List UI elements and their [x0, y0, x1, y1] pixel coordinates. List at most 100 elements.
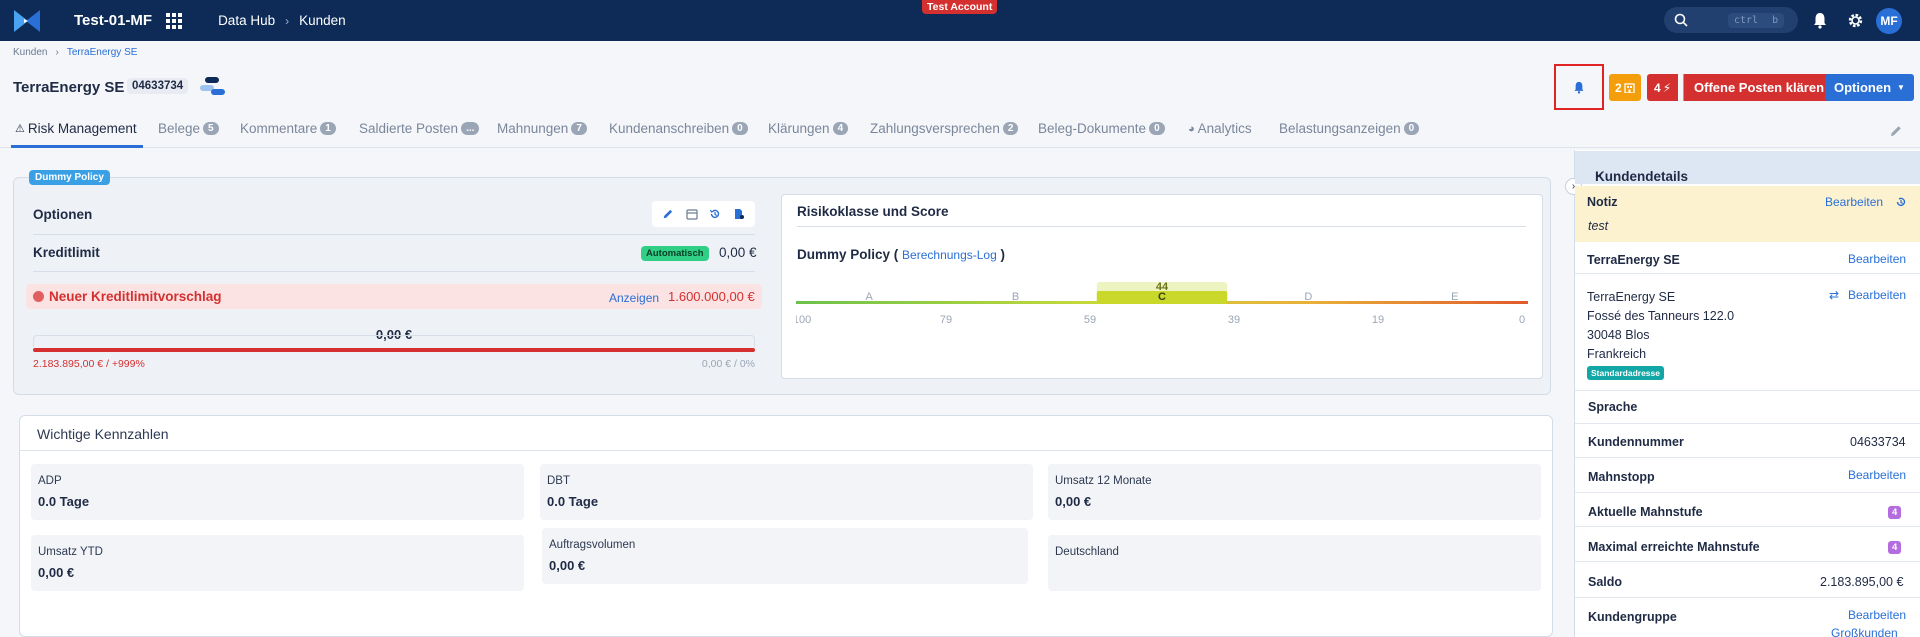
address-edit-link[interactable]: Bearbeiten [1848, 288, 1906, 302]
app-name[interactable]: Test-01-MF [74, 12, 152, 29]
tab-label: Analytics [1197, 121, 1252, 136]
breadcrumb-current[interactable]: TerraEnergy SE [67, 47, 138, 58]
policy-name: Dummy Policy [797, 247, 891, 262]
user-avatar[interactable]: MF [1876, 8, 1902, 34]
tab-label: Belege [158, 121, 201, 136]
dunning-stop-edit-link[interactable]: Bearbeiten [1848, 468, 1906, 482]
calculation-log-link[interactable]: Berechnungs-Log [902, 248, 997, 262]
max-dunning-level-label: Maximal erreichte Mahnstufe [1588, 540, 1760, 554]
breadcrumb: Kunden › TerraEnergy SE [13, 47, 137, 58]
search-shortcut-hint: ctrl b [1728, 12, 1785, 28]
kpi-value: 0.0 Tage [547, 494, 599, 509]
company-name-label: TerraEnergy SE [1587, 253, 1680, 267]
risk-class-label: D [1304, 291, 1312, 303]
tab-klaerungen[interactable]: Klärungen 4 [768, 121, 849, 136]
pencil-icon[interactable] [1889, 124, 1903, 138]
open-items-count[interactable]: 4 ⚡ [1647, 74, 1679, 101]
nav-kunden[interactable]: Kunden [299, 13, 346, 28]
current-dunning-level-badge: 4 [1888, 506, 1902, 519]
pencil-icon[interactable] [662, 208, 674, 220]
options-dropdown-button[interactable]: Optionen ▼ [1825, 74, 1914, 101]
tab-label: Saldierte Posten [359, 121, 459, 136]
tab-count: 0 [1149, 122, 1165, 135]
tab-belastungsanzeigen[interactable]: Belastungsanzeigen 0 [1279, 121, 1420, 136]
customer-group-icon[interactable] [199, 76, 227, 100]
app-grid-icon[interactable] [166, 12, 183, 29]
warning-icon: ⚠ [15, 123, 25, 135]
tab-label: Mahnungen [497, 121, 569, 136]
automatic-badge: Automatisch [641, 246, 709, 261]
test-account-badge: Test Account [922, 0, 998, 14]
history-icon[interactable] [1895, 196, 1907, 208]
history-icon[interactable] [709, 208, 721, 220]
balance-value: 2.183.895,00 € [1820, 575, 1904, 589]
tab-kommentare[interactable]: Kommentare 1 [240, 121, 336, 136]
notification-bell-button[interactable] [1554, 64, 1604, 110]
app-logo-icon[interactable] [12, 6, 42, 36]
document-settings-icon[interactable] [733, 208, 745, 220]
customer-group-edit-link[interactable]: Bearbeiten [1848, 608, 1906, 622]
options-toolbar [652, 201, 755, 227]
options-label: Optionen [1834, 80, 1892, 95]
policy-badge: Dummy Policy [29, 170, 110, 185]
show-proposal-link[interactable]: Anzeigen [609, 291, 659, 305]
tab-count: 2 [1002, 122, 1019, 135]
tab-analytics[interactable]: ◕ Analytics [1188, 121, 1252, 136]
risk-class-label: E [1451, 291, 1458, 303]
score-tick-label: 59 [1084, 314, 1096, 326]
company-edit-link[interactable]: Bearbeiten [1848, 252, 1906, 266]
kpi-revenue-12m: Umsatz 12 Monate 0,00 € [1048, 464, 1541, 520]
divider [1575, 526, 1920, 527]
customer-number-label: Kundennummer [1588, 435, 1684, 449]
kpi-value: 0,00 € [1055, 494, 1092, 509]
resolve-open-items-button[interactable]: Offene Posten klären [1683, 74, 1835, 101]
warnings-badge[interactable]: 2 [1609, 74, 1641, 101]
risk-class-label: C [1158, 291, 1166, 303]
calendar-icon[interactable] [686, 208, 698, 220]
tab-label: Zahlungsversprechen [870, 121, 1000, 136]
credit-limit-label: Kreditlimit [33, 245, 100, 260]
customer-group-value[interactable]: Großkunden [1831, 626, 1898, 637]
proposal-label: Neuer Kreditlimitvorschlag [49, 289, 222, 304]
global-search[interactable]: ctrl b [1664, 7, 1798, 33]
divider [19, 450, 1553, 451]
note-edit-link[interactable]: Bearbeiten [1825, 195, 1883, 209]
bell-icon [1574, 81, 1584, 94]
score-tick-label: 39 [1228, 314, 1240, 326]
gear-icon[interactable] [1847, 12, 1864, 29]
nav-data-hub[interactable]: Data Hub [218, 13, 275, 28]
tab-bar: ⚠ Risk Management Belege 5 Kommentare 1 … [0, 114, 1920, 148]
tab-label: Beleg-Dokumente [1038, 121, 1147, 136]
risk-class-label: A [866, 291, 874, 303]
building-icon [1624, 83, 1635, 93]
customer-details-header[interactable]: ⌄ Kundendetails [1575, 151, 1920, 184]
tab-label: Belastungsanzeigen [1279, 121, 1401, 136]
score-tick-label: 0 [1519, 314, 1525, 326]
address-line: 30048 Blos [1587, 328, 1650, 342]
divider [1575, 390, 1920, 391]
options-section-title: Optionen [33, 207, 93, 222]
kpi-dbt: DBT 0.0 Tage [540, 464, 1033, 520]
tab-beleg-dokumente[interactable]: Beleg-Dokumente 0 [1038, 121, 1165, 136]
warnings-count: 2 [1615, 80, 1622, 95]
tab-risk-management[interactable]: ⚠ Risk Management [15, 121, 137, 136]
divider [1575, 492, 1920, 493]
kpi-label: Auftragsvolumen [549, 539, 636, 551]
tab-zahlungsversprechen[interactable]: Zahlungsversprechen 2 [870, 121, 1019, 136]
tab-mahnungen[interactable]: Mahnungen 7 [497, 121, 587, 136]
note-label: Notiz [1587, 195, 1618, 209]
address-line: Fossé des Tanneurs 122.0 [1587, 309, 1735, 323]
tab-saldierte-posten[interactable]: Saldierte Posten ... [359, 121, 480, 136]
customer-header: TerraEnergy SE 04633734 2 4 ⚡ Offene Pos… [0, 62, 1920, 114]
bell-icon[interactable] [1812, 12, 1828, 29]
breadcrumb-kunden[interactable]: Kunden [13, 47, 47, 58]
swap-address-icon[interactable]: ⇄ [1829, 288, 1839, 302]
proposal-value: 1.600.000,00 € [668, 289, 755, 304]
tab-label: Kundenanschreiben [609, 121, 730, 136]
kpi-value: 0.0 Tage [38, 494, 90, 509]
kpi-label: Deutschland [1055, 546, 1119, 558]
chevron-right-icon: › [55, 47, 59, 58]
note-text: test [1588, 219, 1609, 233]
tab-belege[interactable]: Belege 5 [158, 121, 219, 136]
tab-kundenanschreiben[interactable]: Kundenanschreiben 0 [609, 121, 748, 136]
